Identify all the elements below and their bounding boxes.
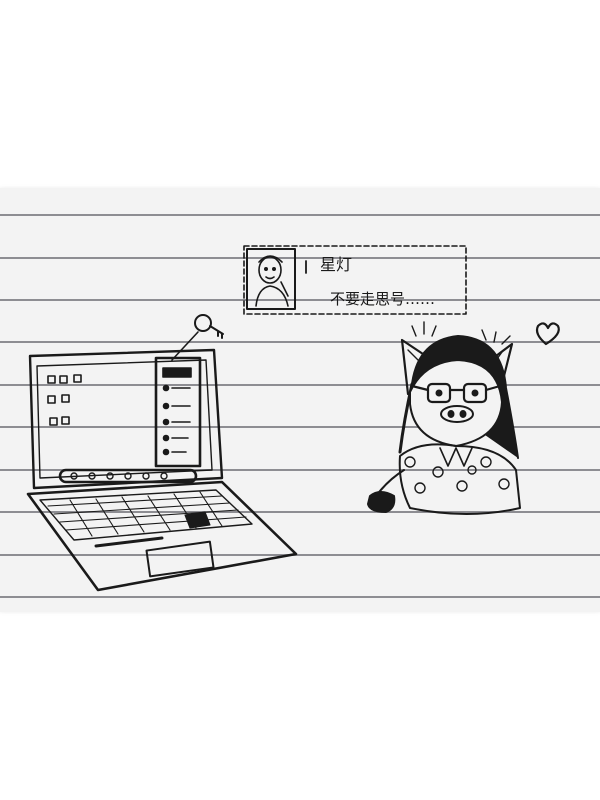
heart-icon <box>535 322 560 346</box>
spacebar <box>94 536 164 548</box>
pig-hand <box>367 491 396 513</box>
laptop <box>26 314 298 592</box>
ink-sketch: 星灯 不要走思号…… <box>26 245 560 592</box>
panel-list-item <box>162 367 192 456</box>
pig-character <box>367 321 521 515</box>
shirt-pattern <box>404 456 510 494</box>
notification-sender: 星灯 <box>320 255 352 274</box>
notification-card: 星灯 不要走思号…… <box>243 245 467 315</box>
keyboard <box>39 489 253 541</box>
desktop-icon <box>47 374 82 426</box>
pig-face <box>409 359 503 447</box>
notification-message: 不要走思号…… <box>330 290 435 308</box>
keyboard-keys <box>47 491 247 537</box>
avatar <box>255 255 289 307</box>
